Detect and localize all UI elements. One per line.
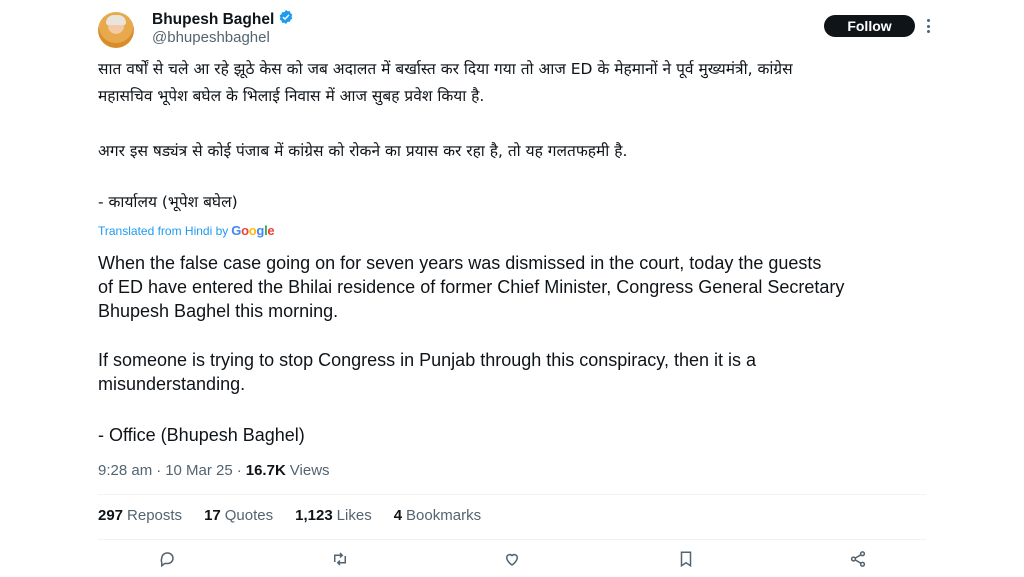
views-label: Views bbox=[289, 462, 330, 479]
tweet-date[interactable]: 10 Mar 25 bbox=[165, 462, 233, 479]
translation-line-4: If someone is trying to stop Congress in… bbox=[98, 350, 757, 370]
meta-separator: · bbox=[156, 462, 162, 479]
translation-line-3: Bhupesh Baghel this morning. bbox=[98, 301, 339, 321]
divider-bottom bbox=[98, 539, 926, 540]
quotes-stat[interactable]: 17 Quotes bbox=[204, 507, 273, 524]
tweet-time[interactable]: 9:28 am bbox=[98, 462, 152, 479]
translation-attribution[interactable]: Translated from Hindi by Google bbox=[98, 223, 275, 238]
translation-line-5: misunderstanding. bbox=[98, 374, 246, 394]
likes-count: 1,123 bbox=[295, 507, 333, 524]
translation-line-1: When the false case going on for seven y… bbox=[98, 253, 822, 273]
translation-line-6: - Office (Bhupesh Baghel) bbox=[98, 425, 305, 445]
meta-separator-2: · bbox=[236, 462, 242, 479]
reply-icon[interactable] bbox=[156, 548, 178, 570]
views-count: 16.7K bbox=[245, 462, 286, 479]
reposts-stat[interactable]: 297 Reposts bbox=[98, 507, 182, 524]
follow-button[interactable]: Follow bbox=[824, 15, 915, 37]
bookmarks-stat[interactable]: 4 Bookmarks bbox=[394, 507, 481, 524]
verified-badge-icon bbox=[278, 9, 294, 30]
quotes-count: 17 bbox=[204, 507, 221, 524]
tweet: Bhupesh Baghel @bhupeshbaghel Follow सात… bbox=[0, 0, 1024, 577]
author-handle[interactable]: @bhupeshbaghel bbox=[152, 29, 270, 46]
bookmarks-count: 4 bbox=[393, 507, 403, 524]
action-bar bbox=[0, 548, 1024, 572]
divider-top bbox=[98, 494, 926, 495]
bookmark-icon[interactable] bbox=[675, 548, 697, 570]
bookmarks-label: Bookmarks bbox=[406, 507, 482, 524]
google-logo: Google bbox=[231, 223, 275, 238]
author-name-row: Bhupesh Baghel bbox=[152, 9, 294, 30]
likes-label: Likes bbox=[336, 507, 372, 524]
share-icon[interactable] bbox=[847, 548, 869, 570]
original-text-line-3: अगर इस षड्यंत्र से कोई पंजाब में कांग्रे… bbox=[98, 142, 628, 160]
likes-stat[interactable]: 1,123 Likes bbox=[295, 507, 372, 524]
original-text-line-2: महासचिव भूपेश बघेल के भिलाई निवास में आज… bbox=[98, 87, 485, 105]
quotes-label: Quotes bbox=[224, 507, 274, 524]
tweet-meta: 9:28 am · 10 Mar 25 · 16.7K Views bbox=[98, 462, 330, 479]
reposts-count: 297 bbox=[98, 507, 124, 524]
reposts-label: Reposts bbox=[127, 507, 183, 524]
avatar[interactable] bbox=[98, 12, 134, 48]
original-text-line-1: सात वर्षों से चले आ रहे झूठे केस को जब अ… bbox=[98, 60, 793, 78]
author-display-name[interactable]: Bhupesh Baghel bbox=[152, 11, 274, 29]
more-options-icon[interactable] bbox=[924, 15, 932, 37]
repost-icon[interactable] bbox=[329, 548, 351, 570]
translation-line-2: of ED have entered the Bhilai residence … bbox=[98, 277, 845, 297]
translation-label: Translated from Hindi by bbox=[98, 223, 229, 238]
like-icon[interactable] bbox=[501, 548, 523, 570]
engagement-stats: 297 Reposts 17 Quotes 1,123 Likes 4 Bookmark… bbox=[98, 507, 481, 524]
original-text-line-4: - कार्यालय (भूपेश बघेल) bbox=[98, 193, 238, 211]
